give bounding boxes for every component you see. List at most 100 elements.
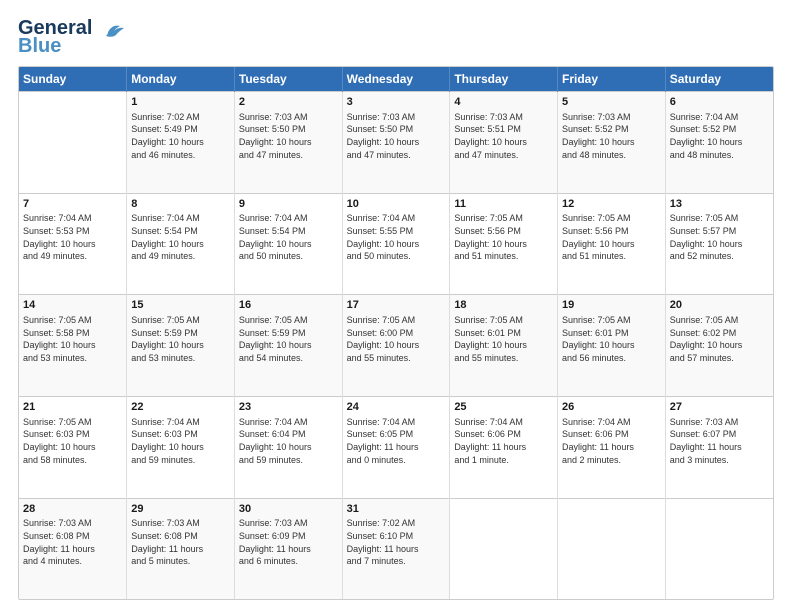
col-header-saturday: Saturday — [665, 67, 773, 92]
day-info: Sunrise: 7:05 AM Sunset: 6:01 PM Dayligh… — [562, 314, 661, 364]
day-cell: 3Sunrise: 7:03 AM Sunset: 5:50 PM Daylig… — [342, 92, 450, 194]
day-info: Sunrise: 7:02 AM Sunset: 5:49 PM Dayligh… — [131, 111, 230, 161]
day-number: 7 — [23, 197, 122, 212]
calendar: SundayMondayTuesdayWednesdayThursdayFrid… — [18, 66, 774, 600]
day-number: 23 — [239, 400, 338, 415]
col-header-friday: Friday — [558, 67, 666, 92]
day-cell: 23Sunrise: 7:04 AM Sunset: 6:04 PM Dayli… — [234, 396, 342, 498]
day-number: 30 — [239, 502, 338, 517]
header-row: SundayMondayTuesdayWednesdayThursdayFrid… — [19, 67, 773, 92]
day-cell: 9Sunrise: 7:04 AM Sunset: 5:54 PM Daylig… — [234, 193, 342, 295]
week-row-2: 7Sunrise: 7:04 AM Sunset: 5:53 PM Daylig… — [19, 193, 773, 295]
day-cell: 8Sunrise: 7:04 AM Sunset: 5:54 PM Daylig… — [127, 193, 235, 295]
day-info: Sunrise: 7:04 AM Sunset: 6:06 PM Dayligh… — [562, 416, 661, 466]
day-info: Sunrise: 7:02 AM Sunset: 6:10 PM Dayligh… — [347, 517, 446, 567]
day-cell: 19Sunrise: 7:05 AM Sunset: 6:01 PM Dayli… — [558, 295, 666, 397]
calendar-table: SundayMondayTuesdayWednesdayThursdayFrid… — [19, 67, 773, 599]
day-number: 21 — [23, 400, 122, 415]
day-number: 29 — [131, 502, 230, 517]
day-cell — [558, 498, 666, 599]
day-number: 26 — [562, 400, 661, 415]
day-info: Sunrise: 7:05 AM Sunset: 5:56 PM Dayligh… — [562, 212, 661, 262]
day-number: 8 — [131, 197, 230, 212]
day-number: 15 — [131, 298, 230, 313]
day-info: Sunrise: 7:05 AM Sunset: 5:58 PM Dayligh… — [23, 314, 122, 364]
logo: General Blue — [18, 18, 126, 56]
header: General Blue — [18, 18, 774, 56]
calendar-body: 1Sunrise: 7:02 AM Sunset: 5:49 PM Daylig… — [19, 92, 773, 600]
day-info: Sunrise: 7:04 AM Sunset: 5:54 PM Dayligh… — [131, 212, 230, 262]
day-cell: 20Sunrise: 7:05 AM Sunset: 6:02 PM Dayli… — [665, 295, 773, 397]
day-cell: 22Sunrise: 7:04 AM Sunset: 6:03 PM Dayli… — [127, 396, 235, 498]
day-cell: 24Sunrise: 7:04 AM Sunset: 6:05 PM Dayli… — [342, 396, 450, 498]
day-info: Sunrise: 7:05 AM Sunset: 6:02 PM Dayligh… — [670, 314, 769, 364]
day-number: 1 — [131, 95, 230, 110]
day-cell: 13Sunrise: 7:05 AM Sunset: 5:57 PM Dayli… — [665, 193, 773, 295]
day-info: Sunrise: 7:03 AM Sunset: 6:08 PM Dayligh… — [131, 517, 230, 567]
day-cell: 14Sunrise: 7:05 AM Sunset: 5:58 PM Dayli… — [19, 295, 127, 397]
logo-bird-icon — [98, 18, 126, 46]
day-number: 25 — [454, 400, 553, 415]
day-cell: 4Sunrise: 7:03 AM Sunset: 5:51 PM Daylig… — [450, 92, 558, 194]
day-info: Sunrise: 7:05 AM Sunset: 6:01 PM Dayligh… — [454, 314, 553, 364]
day-number: 6 — [670, 95, 769, 110]
day-cell: 27Sunrise: 7:03 AM Sunset: 6:07 PM Dayli… — [665, 396, 773, 498]
day-number: 22 — [131, 400, 230, 415]
col-header-monday: Monday — [127, 67, 235, 92]
day-info: Sunrise: 7:04 AM Sunset: 5:53 PM Dayligh… — [23, 212, 122, 262]
day-info: Sunrise: 7:03 AM Sunset: 5:51 PM Dayligh… — [454, 111, 553, 161]
day-number: 27 — [670, 400, 769, 415]
day-cell — [450, 498, 558, 599]
logo-blue: Blue — [18, 36, 92, 56]
day-cell: 21Sunrise: 7:05 AM Sunset: 6:03 PM Dayli… — [19, 396, 127, 498]
day-info: Sunrise: 7:05 AM Sunset: 6:03 PM Dayligh… — [23, 416, 122, 466]
day-number: 13 — [670, 197, 769, 212]
day-info: Sunrise: 7:05 AM Sunset: 5:59 PM Dayligh… — [239, 314, 338, 364]
day-number: 24 — [347, 400, 446, 415]
day-info: Sunrise: 7:04 AM Sunset: 5:52 PM Dayligh… — [670, 111, 769, 161]
day-info: Sunrise: 7:04 AM Sunset: 6:06 PM Dayligh… — [454, 416, 553, 466]
day-info: Sunrise: 7:03 AM Sunset: 5:50 PM Dayligh… — [239, 111, 338, 161]
day-cell: 18Sunrise: 7:05 AM Sunset: 6:01 PM Dayli… — [450, 295, 558, 397]
day-cell: 1Sunrise: 7:02 AM Sunset: 5:49 PM Daylig… — [127, 92, 235, 194]
day-number: 10 — [347, 197, 446, 212]
day-number: 9 — [239, 197, 338, 212]
col-header-thursday: Thursday — [450, 67, 558, 92]
day-cell: 25Sunrise: 7:04 AM Sunset: 6:06 PM Dayli… — [450, 396, 558, 498]
day-number: 19 — [562, 298, 661, 313]
day-cell: 30Sunrise: 7:03 AM Sunset: 6:09 PM Dayli… — [234, 498, 342, 599]
day-info: Sunrise: 7:05 AM Sunset: 5:57 PM Dayligh… — [670, 212, 769, 262]
col-header-tuesday: Tuesday — [234, 67, 342, 92]
day-cell: 6Sunrise: 7:04 AM Sunset: 5:52 PM Daylig… — [665, 92, 773, 194]
day-info: Sunrise: 7:05 AM Sunset: 6:00 PM Dayligh… — [347, 314, 446, 364]
day-info: Sunrise: 7:04 AM Sunset: 6:04 PM Dayligh… — [239, 416, 338, 466]
day-cell: 2Sunrise: 7:03 AM Sunset: 5:50 PM Daylig… — [234, 92, 342, 194]
day-number: 18 — [454, 298, 553, 313]
day-number: 2 — [239, 95, 338, 110]
calendar-header: SundayMondayTuesdayWednesdayThursdayFrid… — [19, 67, 773, 92]
day-cell: 10Sunrise: 7:04 AM Sunset: 5:55 PM Dayli… — [342, 193, 450, 295]
day-info: Sunrise: 7:04 AM Sunset: 6:05 PM Dayligh… — [347, 416, 446, 466]
day-number: 12 — [562, 197, 661, 212]
day-cell: 29Sunrise: 7:03 AM Sunset: 6:08 PM Dayli… — [127, 498, 235, 599]
day-cell: 15Sunrise: 7:05 AM Sunset: 5:59 PM Dayli… — [127, 295, 235, 397]
day-number: 3 — [347, 95, 446, 110]
day-info: Sunrise: 7:03 AM Sunset: 5:52 PM Dayligh… — [562, 111, 661, 161]
day-cell: 28Sunrise: 7:03 AM Sunset: 6:08 PM Dayli… — [19, 498, 127, 599]
day-number: 17 — [347, 298, 446, 313]
day-info: Sunrise: 7:04 AM Sunset: 5:54 PM Dayligh… — [239, 212, 338, 262]
day-cell — [19, 92, 127, 194]
col-header-wednesday: Wednesday — [342, 67, 450, 92]
day-number: 20 — [670, 298, 769, 313]
week-row-3: 14Sunrise: 7:05 AM Sunset: 5:58 PM Dayli… — [19, 295, 773, 397]
week-row-5: 28Sunrise: 7:03 AM Sunset: 6:08 PM Dayli… — [19, 498, 773, 599]
day-cell: 31Sunrise: 7:02 AM Sunset: 6:10 PM Dayli… — [342, 498, 450, 599]
page: General Blue SundayMondayTuesdayWednesda… — [0, 0, 792, 612]
col-header-sunday: Sunday — [19, 67, 127, 92]
day-info: Sunrise: 7:05 AM Sunset: 5:59 PM Dayligh… — [131, 314, 230, 364]
day-cell: 26Sunrise: 7:04 AM Sunset: 6:06 PM Dayli… — [558, 396, 666, 498]
day-cell: 11Sunrise: 7:05 AM Sunset: 5:56 PM Dayli… — [450, 193, 558, 295]
day-cell: 17Sunrise: 7:05 AM Sunset: 6:00 PM Dayli… — [342, 295, 450, 397]
day-number: 31 — [347, 502, 446, 517]
day-info: Sunrise: 7:05 AM Sunset: 5:56 PM Dayligh… — [454, 212, 553, 262]
